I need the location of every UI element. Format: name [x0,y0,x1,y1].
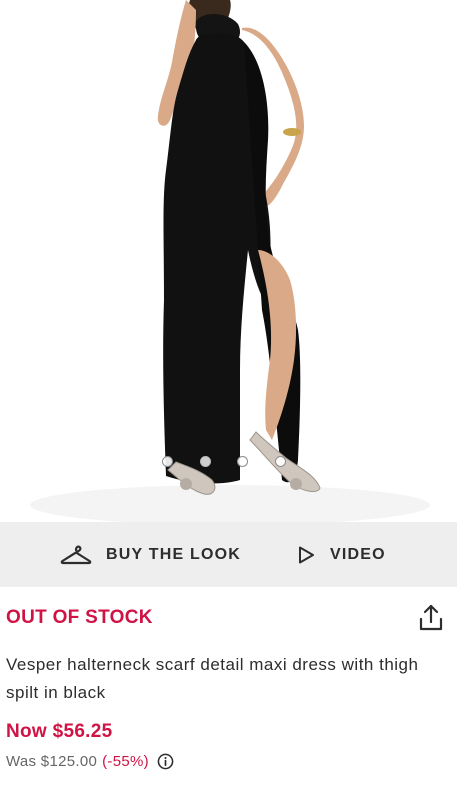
gallery-dot-4[interactable] [275,456,286,467]
gallery-dot-3[interactable] [237,456,248,467]
video-label: VIDEO [330,545,386,563]
buy-the-look-label: BUY THE LOOK [106,545,242,563]
play-icon [299,546,314,563]
action-bar: BUY THE LOOK VIDEO [0,522,457,587]
info-icon[interactable] [157,753,174,770]
gallery-dot-2[interactable] [200,456,211,467]
share-icon [419,604,443,631]
gallery-pagination [0,456,457,472]
share-button[interactable] [417,603,445,633]
was-price: Was $125.00 [6,753,98,770]
hanger-icon [60,545,92,564]
product-title: Vesper halterneck scarf detail maxi dres… [6,655,419,702]
product-image [30,0,430,522]
current-price: Now $56.25 [6,721,113,742]
stock-status: OUT OF STOCK [6,607,153,628]
buy-the-look-button[interactable]: BUY THE LOOK [60,522,241,587]
video-button[interactable]: VIDEO [296,522,386,587]
previous-price-row: Was $125.00 (-55%) [6,753,174,770]
discount-badge: (-55%) [102,753,149,770]
gallery-dot-1[interactable] [162,456,173,467]
product-image-gallery[interactable] [0,0,457,522]
